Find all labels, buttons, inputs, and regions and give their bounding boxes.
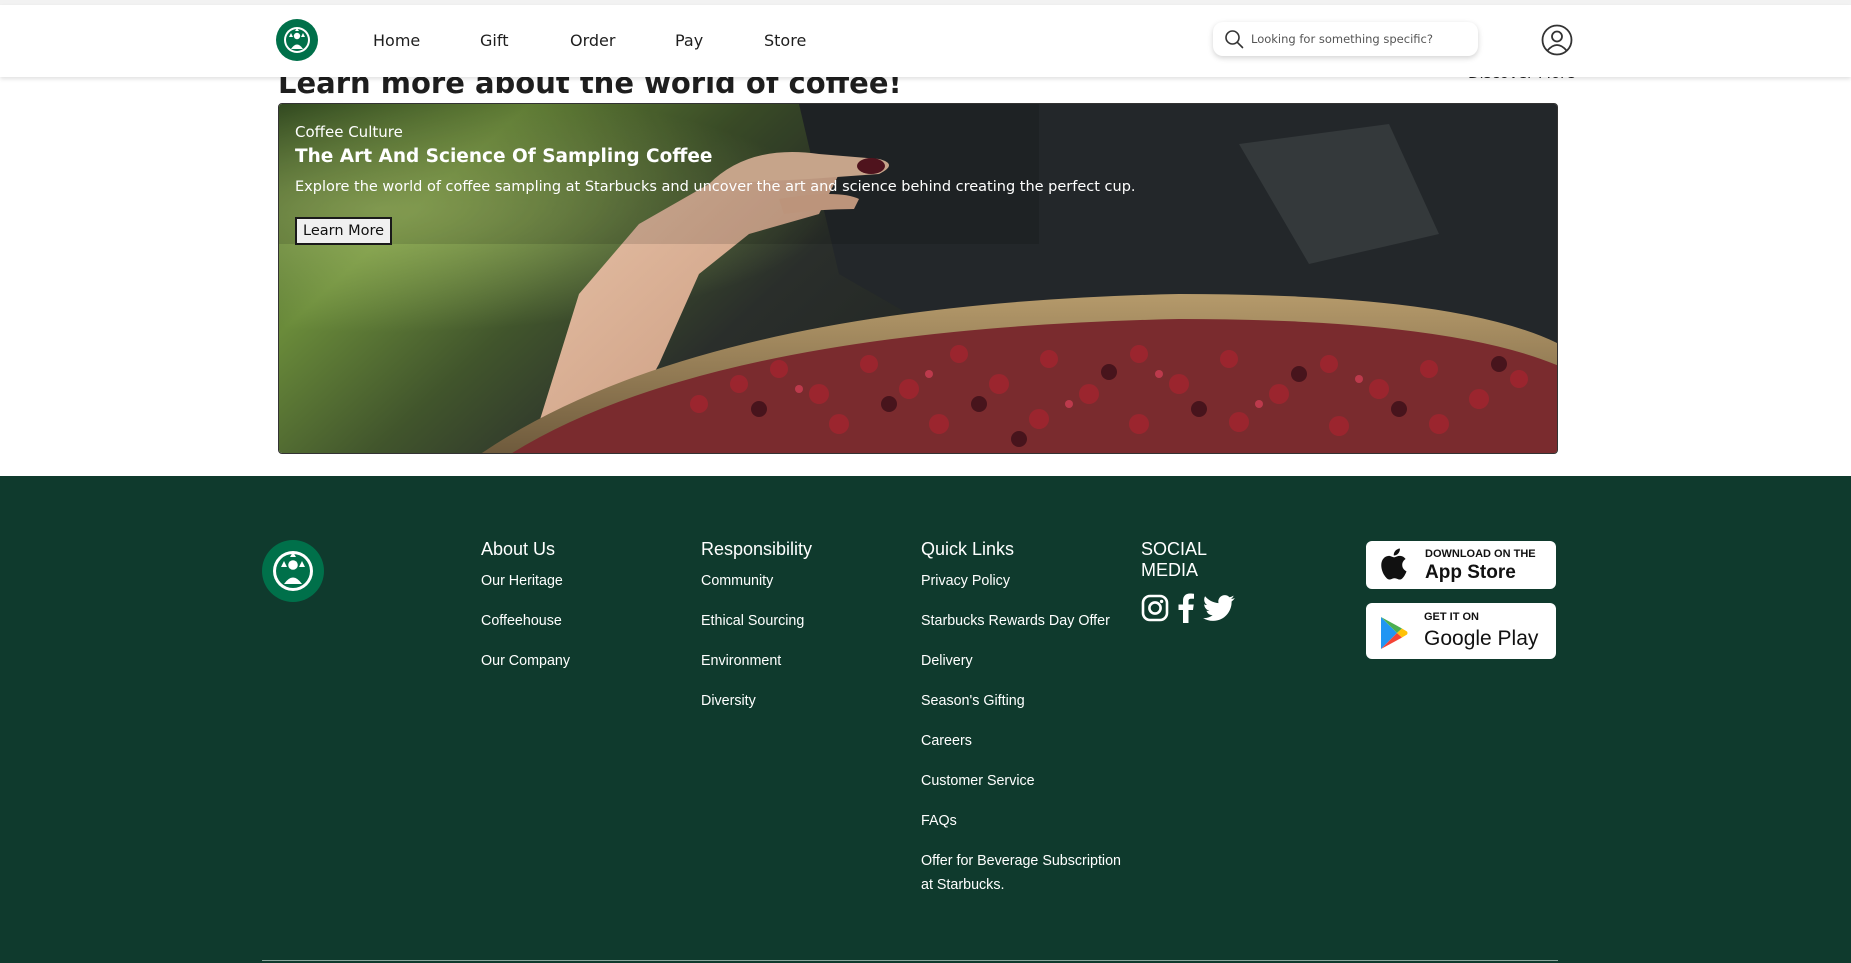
learn-more-button[interactable]: Learn More <box>295 217 393 245</box>
footer-about: About Us Our Heritage Coffeehouse Our Co… <box>481 539 570 692</box>
footer-responsibility-heading: Responsibility <box>701 539 813 559</box>
footer-link-customer-service[interactable]: Customer Service <box>921 772 1121 812</box>
search-icon[interactable] <box>1223 28 1245 50</box>
footer-responsibility: Responsibility Community Ethical Sourcin… <box>701 539 812 732</box>
footer-link-beverage-subscription[interactable]: Offer for Beverage Subscription at Starb… <box>921 849 1121 897</box>
footer-link-community[interactable]: Community <box>701 572 812 612</box>
footer-link-our-heritage[interactable]: Our Heritage <box>481 572 570 612</box>
footer-divider <box>262 960 1558 961</box>
google-play-small-text: GET IT ON <box>1424 611 1479 623</box>
instagram-icon[interactable] <box>1141 594 1169 627</box>
navbar: Home Gift Order Pay Store <box>0 5 1851 77</box>
footer-social-heading: SOCIAL MEDIA <box>1141 539 1207 580</box>
social-icons <box>1141 593 1243 628</box>
footer-link-privacy-policy[interactable]: Privacy Policy <box>921 572 1121 612</box>
footer-link-seasons-gifting[interactable]: Season's Gifting <box>921 692 1121 732</box>
main-nav: Home Gift Order Pay Store <box>373 31 824 50</box>
siren-logo-icon <box>276 19 318 61</box>
google-play-badge[interactable]: GET IT ON Google Play <box>1366 603 1556 659</box>
search-input[interactable] <box>1251 32 1471 46</box>
footer-logo[interactable] <box>262 540 324 602</box>
nav-gift[interactable]: Gift <box>480 31 570 50</box>
footer-link-rewards-day-offer[interactable]: Starbucks Rewards Day Offer <box>921 612 1121 652</box>
footer-link-faqs[interactable]: FAQs <box>921 812 1121 852</box>
footer-link-delivery[interactable]: Delivery <box>921 652 1121 692</box>
footer: About Us Our Heritage Coffeehouse Our Co… <box>0 476 1851 963</box>
footer-link-our-company[interactable]: Our Company <box>481 652 570 692</box>
hero-kicker: Coffee Culture <box>295 123 403 141</box>
search-box <box>1213 22 1478 56</box>
nav-order[interactable]: Order <box>570 31 675 50</box>
siren-logo-icon <box>262 540 324 602</box>
hero-title: The Art And Science Of Sampling Coffee <box>295 146 713 167</box>
app-store-small-text: DOWNLOAD ON THE <box>1425 548 1536 560</box>
hero-card: Coffee Culture The Art And Science Of Sa… <box>278 103 1558 454</box>
footer-link-diversity[interactable]: Diversity <box>701 692 812 732</box>
nav-pay[interactable]: Pay <box>675 31 764 50</box>
footer-link-environment[interactable]: Environment <box>701 652 812 692</box>
apple-icon <box>1379 548 1407 585</box>
google-play-icon <box>1380 616 1408 655</box>
footer-link-ethical-sourcing[interactable]: Ethical Sourcing <box>701 612 812 652</box>
nav-home[interactable]: Home <box>373 31 480 50</box>
twitter-icon[interactable] <box>1203 595 1235 626</box>
starbucks-logo[interactable] <box>276 19 318 61</box>
footer-link-coffeehouse[interactable]: Coffeehouse <box>481 612 570 652</box>
footer-about-heading: About Us <box>481 539 556 559</box>
app-store-big-text: App Store <box>1425 562 1516 583</box>
google-play-big-text: Google Play <box>1424 627 1539 650</box>
footer-social: SOCIAL MEDIA <box>1141 539 1243 628</box>
footer-link-careers[interactable]: Careers <box>921 732 1121 772</box>
footer-quick-links: Quick Links Privacy Policy Starbucks Rew… <box>921 539 1121 897</box>
hero-description: Explore the world of coffee sampling at … <box>295 179 1136 195</box>
app-store-badge[interactable]: DOWNLOAD ON THE App Store <box>1366 541 1556 589</box>
facebook-icon[interactable] <box>1177 593 1195 628</box>
footer-quick-links-heading: Quick Links <box>921 539 1015 559</box>
nav-store[interactable]: Store <box>764 31 824 50</box>
user-account-icon[interactable] <box>1541 24 1573 56</box>
